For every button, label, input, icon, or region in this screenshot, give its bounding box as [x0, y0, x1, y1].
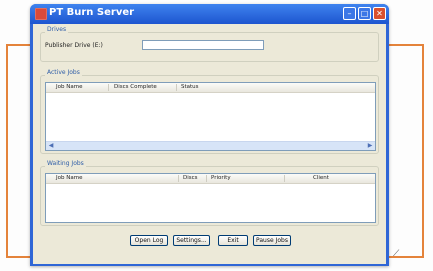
active-jobs-horizontal-scrollbar[interactable]: ◀ ▶ [46, 141, 375, 150]
column-separator[interactable] [284, 175, 285, 182]
waiting-jobs-list[interactable]: Job Name Discs Priority Client [45, 173, 376, 223]
column-header-discs[interactable]: Discs [183, 175, 198, 181]
close-button[interactable]: ✕ [373, 7, 386, 20]
column-header-job-name[interactable]: Job Name [56, 84, 82, 90]
active-jobs-group-title: Active Jobs [45, 69, 82, 76]
settings-button[interactable]: Settings... [173, 235, 210, 246]
active-jobs-header: Job Name Discs Complete Status [46, 83, 375, 93]
waiting-jobs-group: Waiting Jobs Job Name Discs Priority Cli… [40, 160, 379, 226]
title-bar[interactable]: PT Burn Server – □ ✕ [30, 4, 389, 24]
column-header-discs-complete[interactable]: Discs Complete [114, 84, 157, 90]
publisher-drive-label: Publisher Drive (E:) [45, 42, 103, 49]
column-header-client[interactable]: Client [313, 175, 329, 181]
waiting-jobs-header: Job Name Discs Priority Client [46, 174, 375, 184]
drives-group: Drives Publisher Drive (E:) [40, 26, 379, 62]
column-header-status[interactable]: Status [181, 84, 199, 90]
active-jobs-group: Active Jobs Job Name Discs Complete Stat… [40, 69, 379, 154]
scroll-left-icon[interactable]: ◀ [47, 142, 55, 150]
active-jobs-list[interactable]: Job Name Discs Complete Status ◀ ▶ [45, 82, 376, 151]
column-header-priority[interactable]: Priority [211, 175, 231, 181]
drives-group-title: Drives [45, 26, 69, 33]
publisher-drive-field[interactable] [142, 40, 264, 50]
maximize-button[interactable]: □ [358, 7, 371, 20]
minimize-button[interactable]: – [343, 7, 356, 20]
waiting-jobs-group-title: Waiting Jobs [45, 160, 86, 167]
column-separator[interactable] [108, 84, 109, 91]
open-log-button[interactable]: Open Log [130, 235, 168, 246]
exit-button[interactable]: Exit [218, 235, 248, 246]
window-title: PT Burn Server [49, 7, 135, 18]
window-client-area: Drives Publisher Drive (E:) Active Jobs … [33, 24, 386, 264]
pause-jobs-button[interactable]: Pause Jobs [253, 235, 291, 246]
column-separator[interactable] [178, 175, 179, 182]
app-icon [35, 8, 47, 20]
column-separator[interactable] [176, 84, 177, 91]
resize-grip-icon[interactable]: ⟋ [393, 249, 399, 259]
column-header-job-name[interactable]: Job Name [56, 175, 82, 181]
app-window: PT Burn Server – □ ✕ Drives Publisher Dr… [30, 4, 389, 266]
scroll-right-icon[interactable]: ▶ [366, 142, 374, 150]
column-separator[interactable] [206, 175, 207, 182]
